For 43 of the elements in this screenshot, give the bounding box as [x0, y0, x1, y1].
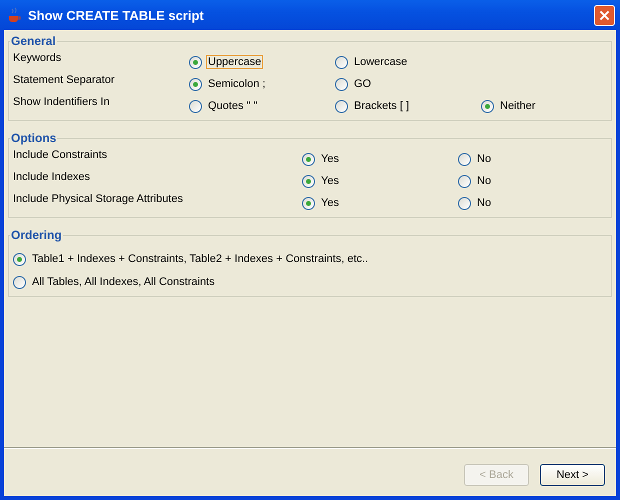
- option-label[interactable]: Table1 + Indexes + Constraints, Table2 + Indexes + Constraints, etc..: [30, 252, 370, 266]
- radio-button[interactable]: [458, 152, 471, 166]
- option-label[interactable]: GO: [352, 77, 374, 91]
- option-label[interactable]: Neither: [498, 99, 538, 113]
- radio-button[interactable]: [189, 56, 202, 68]
- close-button[interactable]: [594, 4, 615, 26]
- window-title: Show CREATE TABLE script: [28, 8, 205, 22]
- option-label[interactable]: No: [475, 174, 494, 188]
- radio-button[interactable]: [13, 252, 26, 266]
- group-title: General: [10, 34, 57, 48]
- setting-label: Keywords: [13, 52, 62, 66]
- radio-button[interactable]: [458, 196, 471, 210]
- radio-button[interactable]: [335, 56, 348, 68]
- next-button[interactable]: Next >: [540, 464, 605, 486]
- radio-button[interactable]: [302, 174, 315, 188]
- option-label[interactable]: All Tables, All Indexes, All Constraints: [30, 275, 217, 289]
- option-label[interactable]: Uppercase: [206, 55, 264, 69]
- group-title: Options: [10, 131, 58, 145]
- option-label[interactable]: Brackets [ ]: [352, 99, 412, 113]
- option-label[interactable]: Yes: [319, 152, 341, 166]
- radio-button[interactable]: [335, 100, 348, 112]
- radio-button[interactable]: [302, 152, 315, 166]
- option-label[interactable]: No: [475, 152, 494, 166]
- setting-label: Include Physical Storage Attributes: [13, 193, 184, 207]
- option-label[interactable]: Yes: [319, 196, 341, 210]
- radio-button[interactable]: [481, 100, 494, 112]
- radio-button[interactable]: [13, 276, 26, 288]
- radio-button[interactable]: [458, 174, 471, 188]
- setting-label: Show Indentifiers In: [13, 96, 111, 110]
- option-label[interactable]: Lowercase: [352, 55, 410, 69]
- option-label[interactable]: Semicolon ;: [206, 77, 268, 91]
- setting-label: Include Constraints: [13, 149, 108, 163]
- radio-button[interactable]: [189, 78, 202, 90]
- radio-button[interactable]: [189, 100, 202, 112]
- setting-label: Statement Separator: [13, 74, 116, 88]
- radio-button[interactable]: [302, 196, 315, 210]
- option-label[interactable]: Quotes " ": [206, 99, 260, 113]
- option-label[interactable]: No: [475, 196, 494, 210]
- radio-button[interactable]: [335, 78, 348, 90]
- option-label[interactable]: Yes: [319, 174, 341, 188]
- coffee-cup-icon: [6, 7, 22, 23]
- group-title: Ordering: [10, 228, 63, 242]
- setting-label: Include Indexes: [13, 171, 92, 185]
